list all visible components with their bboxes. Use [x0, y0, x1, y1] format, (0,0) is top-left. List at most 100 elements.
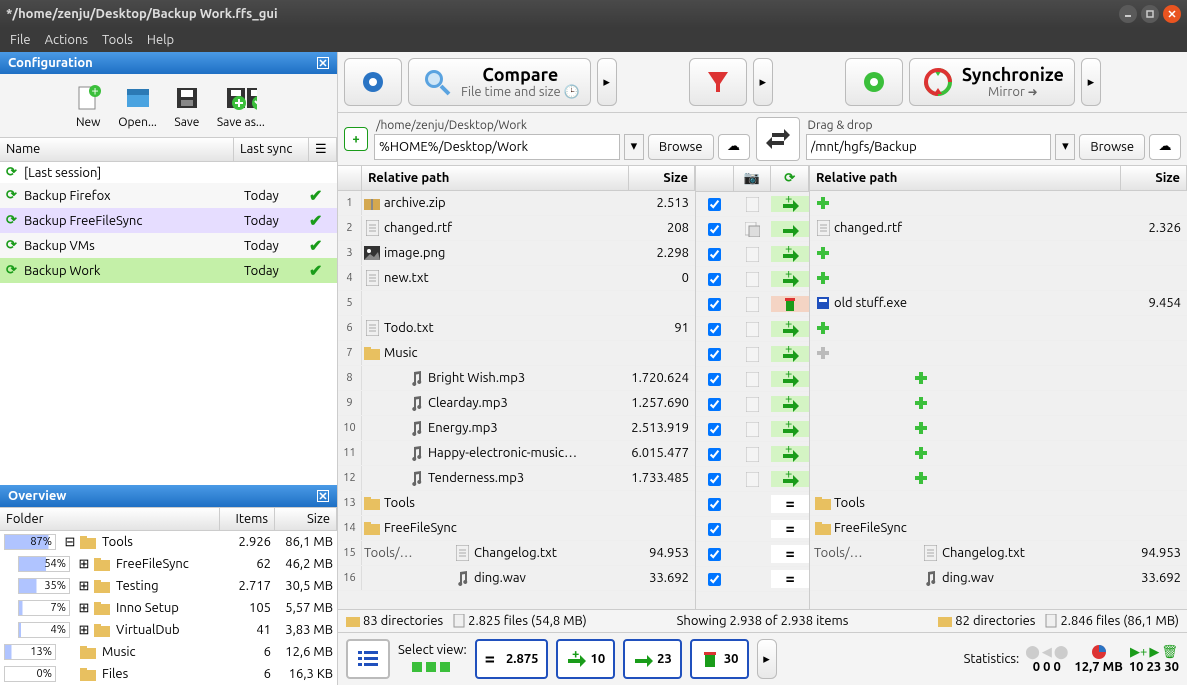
view-more-button[interactable]: ▸	[757, 639, 777, 679]
compare-button[interactable]: CompareFile time and size 🕒	[408, 58, 591, 106]
action-icon[interactable]: +	[771, 246, 809, 262]
saveas-button[interactable]: Save as...	[213, 80, 269, 131]
left-row[interactable]: 13Tools	[338, 491, 695, 516]
action-icon[interactable]: +	[771, 446, 809, 462]
mid-row[interactable]: +	[696, 242, 809, 267]
config-row[interactable]: ⟳[Last session]	[0, 162, 337, 183]
config-panel-close-icon[interactable]: ✕	[317, 57, 329, 69]
include-checkbox[interactable]	[708, 323, 721, 336]
right-row[interactable]: old stuff.exe9.454	[810, 291, 1187, 316]
left-path-dropdown[interactable]: ▾	[624, 134, 644, 160]
close-button[interactable]	[1163, 5, 1181, 23]
include-checkbox[interactable]	[708, 398, 721, 411]
right-grid[interactable]: changed.rtf2.326old stuff.exe9.454ToolsF…	[810, 191, 1187, 609]
view-list-button[interactable]	[346, 639, 390, 679]
action-icon[interactable]: =	[771, 520, 809, 538]
compare-dropdown-button[interactable]: ▸	[597, 58, 617, 106]
mid-row[interactable]: +	[696, 417, 809, 442]
left-col-relpath[interactable]: Relative path	[362, 166, 629, 190]
right-col-relpath[interactable]: Relative path	[810, 166, 1121, 190]
overview-list[interactable]: 87%⊟Tools2.92686,1 MB54%⊞FreeFileSync624…	[0, 531, 337, 685]
right-row[interactable]	[810, 266, 1187, 291]
menu-tools[interactable]: Tools	[102, 33, 133, 47]
right-row[interactable]	[810, 416, 1187, 441]
action-icon[interactable]: +	[771, 196, 809, 212]
mid-col-action-icon[interactable]: ⟳	[771, 166, 809, 191]
sync-settings-button[interactable]	[845, 58, 903, 106]
overview-row[interactable]: 35%⊞Testing2.71730,5 MB	[0, 575, 337, 597]
filter-dropdown-button[interactable]: ▸	[753, 58, 773, 106]
view-delete-right-button[interactable]: 30	[690, 639, 749, 679]
left-grid[interactable]: 1archive.zip2.5132changed.rtf2083image.p…	[338, 191, 695, 609]
right-row[interactable]	[810, 316, 1187, 341]
include-checkbox[interactable]	[708, 498, 721, 511]
left-row[interactable]: 1archive.zip2.513	[338, 191, 695, 216]
col-lastsync[interactable]: Last sync	[234, 138, 309, 161]
mid-row[interactable]: +	[696, 192, 809, 217]
right-cloud-icon[interactable]: ☁	[1149, 134, 1181, 160]
mid-row[interactable]: +	[696, 442, 809, 467]
left-col-size[interactable]: Size	[629, 166, 695, 190]
mid-row[interactable]	[696, 217, 809, 242]
right-row[interactable]: ding.wav33.692	[810, 566, 1187, 591]
overview-row[interactable]: 0%Files616,3 KB	[0, 663, 337, 685]
right-col-size[interactable]: Size	[1121, 166, 1187, 190]
mid-col-check[interactable]	[696, 166, 734, 191]
action-icon[interactable]: =	[771, 570, 809, 588]
include-checkbox[interactable]	[708, 448, 721, 461]
right-row[interactable]: changed.rtf2.326	[810, 216, 1187, 241]
left-browse-button[interactable]: Browse	[648, 134, 714, 160]
left-row[interactable]: 11Happy-electronic-music…6.015.477	[338, 441, 695, 466]
left-row[interactable]: 7Music	[338, 341, 695, 366]
left-row[interactable]: 10Energy.mp32.513.919	[338, 416, 695, 441]
action-icon[interactable]: +	[771, 396, 809, 412]
add-pair-button[interactable]: +	[344, 127, 368, 151]
action-icon[interactable]: =	[771, 545, 809, 563]
overview-row[interactable]: 13%Music612,6 MB	[0, 641, 337, 663]
left-row[interactable]: 14FreeFileSync	[338, 516, 695, 541]
left-row[interactable]: 15Tools/…Changelog.txt94.953	[338, 541, 695, 566]
config-row[interactable]: ⟳Backup VMsToday✔	[0, 233, 337, 258]
left-row[interactable]: 16ding.wav33.692	[338, 566, 695, 591]
left-row[interactable]: 3image.png2.298	[338, 241, 695, 266]
left-row[interactable]: 2changed.rtf208	[338, 216, 695, 241]
right-row[interactable]	[810, 366, 1187, 391]
overview-panel-close-icon[interactable]: ✕	[317, 490, 329, 502]
right-row[interactable]	[810, 466, 1187, 491]
mid-row[interactable]: =	[696, 567, 809, 592]
mid-row[interactable]: =	[696, 492, 809, 517]
menu-actions[interactable]: Actions	[45, 33, 88, 47]
open-button[interactable]: Open...	[114, 80, 161, 131]
config-row[interactable]: ⟳Backup WorkToday✔	[0, 258, 337, 283]
right-row[interactable]	[810, 191, 1187, 216]
left-row[interactable]: 8Bright Wish.mp31.720.624	[338, 366, 695, 391]
include-checkbox[interactable]	[708, 573, 721, 586]
action-icon[interactable]: +	[771, 371, 809, 387]
view-equal-button[interactable]: = 2.875	[475, 639, 549, 679]
include-checkbox[interactable]	[708, 248, 721, 261]
left-row[interactable]: 12Tenderness.mp31.733.485	[338, 466, 695, 491]
right-row[interactable]: Tools	[810, 491, 1187, 516]
action-icon[interactable]: +	[771, 346, 809, 362]
col-name[interactable]: Name	[0, 138, 234, 161]
left-row[interactable]: 5	[338, 291, 695, 316]
middle-grid[interactable]: ++++++++++====	[696, 192, 809, 609]
overview-row[interactable]: 7%⊞Inno Setup1055,57 MB	[0, 597, 337, 619]
overview-row[interactable]: 87%⊟Tools2.92686,1 MB	[0, 531, 337, 553]
swap-sides-button[interactable]	[756, 117, 800, 161]
menu-help[interactable]: Help	[147, 33, 174, 47]
config-row[interactable]: ⟳Backup FirefoxToday✔	[0, 183, 337, 208]
left-row[interactable]: 9Clearday.mp31.257.690	[338, 391, 695, 416]
mid-col-category-icon[interactable]: 📷	[734, 166, 772, 191]
overview-row[interactable]: 54%⊞FreeFileSync6246,2 MB	[0, 553, 337, 575]
mid-row[interactable]: =	[696, 517, 809, 542]
mid-row[interactable]	[696, 292, 809, 317]
include-checkbox[interactable]	[708, 223, 721, 236]
col-items[interactable]: Items	[220, 508, 275, 530]
compare-settings-button[interactable]	[344, 58, 402, 106]
include-checkbox[interactable]	[708, 198, 721, 211]
mid-row[interactable]: +	[696, 392, 809, 417]
right-row[interactable]: Tools/…Changelog.txt94.953	[810, 541, 1187, 566]
save-button[interactable]: Save	[167, 80, 207, 131]
mid-row[interactable]: +	[696, 367, 809, 392]
